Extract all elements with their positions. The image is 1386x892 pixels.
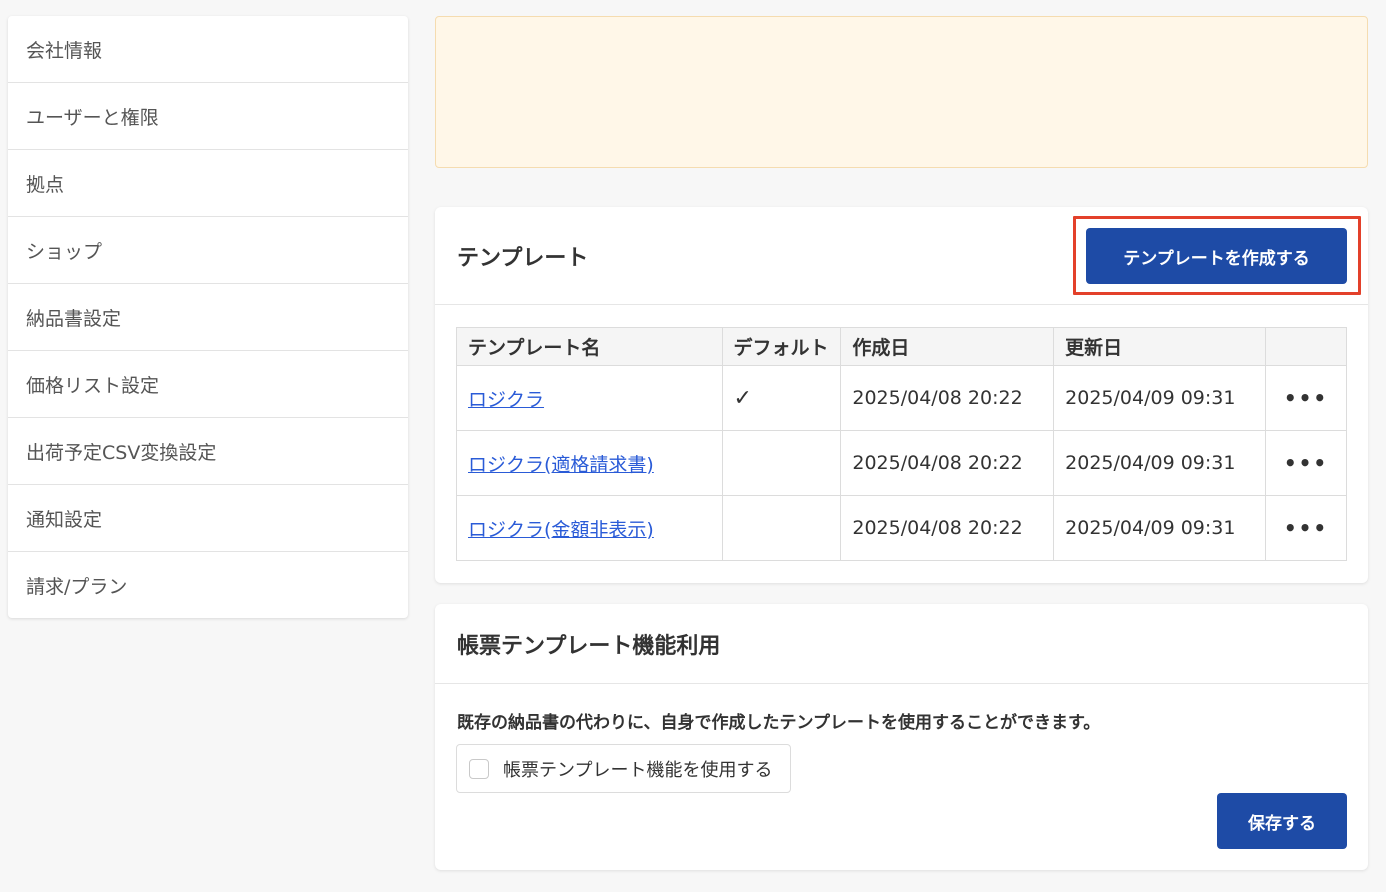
sidebar-item-shop[interactable]: ショップ (8, 217, 408, 284)
more-options-icon[interactable]: ••• (1265, 365, 1347, 431)
template-table: テンプレート名 デフォルト 作成日 更新日 ロジクラ ✓ 2025/04/08 … (456, 327, 1347, 561)
sidebar-item-company-info[interactable]: 会社情報 (8, 16, 408, 83)
more-options-icon[interactable]: ••• (1265, 430, 1347, 496)
default-check-cell (721, 495, 842, 561)
use-template-checkbox-label: 帳票テンプレート機能を使用する (503, 759, 773, 781)
created-date: 2025/04/08 20:22 (840, 430, 1055, 496)
column-header-actions (1265, 327, 1347, 366)
column-header-template-name: テンプレート名 (456, 327, 723, 366)
use-template-checkbox[interactable] (469, 758, 489, 779)
template-name-link[interactable]: ロジクラ (468, 389, 544, 411)
table-row: ロジクラ(適格請求書) 2025/04/08 20:22 2025/04/09 … (456, 430, 1347, 496)
create-template-button[interactable]: テンプレートを作成する (1086, 228, 1347, 284)
sidebar-item-label: ユーザーと権限 (26, 106, 159, 129)
updated-date: 2025/04/09 09:31 (1053, 495, 1266, 561)
sidebar-item-delivery-note-settings[interactable]: 納品書設定 (8, 284, 408, 351)
notice-banner (435, 16, 1368, 168)
sidebar-item-label: 請求/プラン (26, 575, 128, 598)
feature-description: 既存の納品書の代わりに、自身で作成したテンプレートを使用することができます。 (457, 713, 1101, 733)
sidebar-item-label: 価格リスト設定 (26, 374, 160, 397)
created-date: 2025/04/08 20:22 (840, 495, 1055, 561)
updated-date: 2025/04/09 09:31 (1053, 365, 1266, 431)
more-options-icon[interactable]: ••• (1265, 495, 1347, 561)
sidebar-item-label: 拠点 (26, 173, 65, 196)
template-card-title: テンプレート (457, 245, 589, 271)
sidebar-item-price-list-settings[interactable]: 価格リスト設定 (8, 351, 408, 418)
settings-sidebar: 会社情報 ユーザーと権限 拠点 ショップ 納品書設定 価格リスト設定 出荷予定C… (8, 16, 408, 618)
updated-date: 2025/04/09 09:31 (1053, 430, 1266, 496)
template-name-cell: ロジクラ(適格請求書) (456, 430, 723, 496)
sidebar-item-notification-settings[interactable]: 通知設定 (8, 485, 408, 552)
feature-card-title: 帳票テンプレート機能利用 (457, 633, 721, 659)
created-date: 2025/04/08 20:22 (840, 365, 1055, 431)
sidebar-item-shipment-csv-settings[interactable]: 出荷予定CSV変換設定 (8, 418, 408, 485)
default-check-cell (721, 430, 842, 496)
sidebar-item-locations[interactable]: 拠点 (8, 150, 408, 217)
feature-card: 帳票テンプレート機能利用 既存の納品書の代わりに、自身で作成したテンプレートを使… (435, 604, 1368, 870)
template-name-cell: ロジクラ(金額非表示) (456, 495, 723, 561)
sidebar-item-billing-plan[interactable]: 請求/プラン (8, 552, 408, 618)
column-header-created: 作成日 (840, 327, 1055, 366)
table-header-row: テンプレート名 デフォルト 作成日 更新日 (456, 327, 1347, 366)
sidebar-item-label: 納品書設定 (26, 307, 122, 330)
default-check-icon: ✓ (721, 365, 842, 431)
table-row: ロジクラ ✓ 2025/04/08 20:22 2025/04/09 09:31… (456, 365, 1347, 431)
sidebar-item-label: 出荷予定CSV変換設定 (26, 441, 217, 464)
column-header-updated: 更新日 (1053, 327, 1266, 366)
column-header-default: デフォルト (721, 327, 842, 366)
sidebar-item-label: 通知設定 (26, 508, 103, 531)
sidebar-item-users-permissions[interactable]: ユーザーと権限 (8, 83, 408, 150)
sidebar-item-label: ショップ (26, 240, 103, 263)
sidebar-item-label: 会社情報 (26, 39, 103, 62)
template-name-link[interactable]: ロジクラ(金額非表示) (468, 519, 654, 541)
template-name-cell: ロジクラ (456, 365, 723, 431)
template-card: テンプレート テンプレートを作成する テンプレート名 デフォルト 作成日 更新日… (435, 207, 1368, 583)
use-template-checkbox-field[interactable]: 帳票テンプレート機能を使用する (456, 744, 791, 793)
feature-card-header: 帳票テンプレート機能利用 (435, 604, 1368, 684)
template-name-link[interactable]: ロジクラ(適格請求書) (468, 454, 654, 476)
table-row: ロジクラ(金額非表示) 2025/04/08 20:22 2025/04/09 … (456, 495, 1347, 561)
save-button[interactable]: 保存する (1217, 793, 1347, 849)
